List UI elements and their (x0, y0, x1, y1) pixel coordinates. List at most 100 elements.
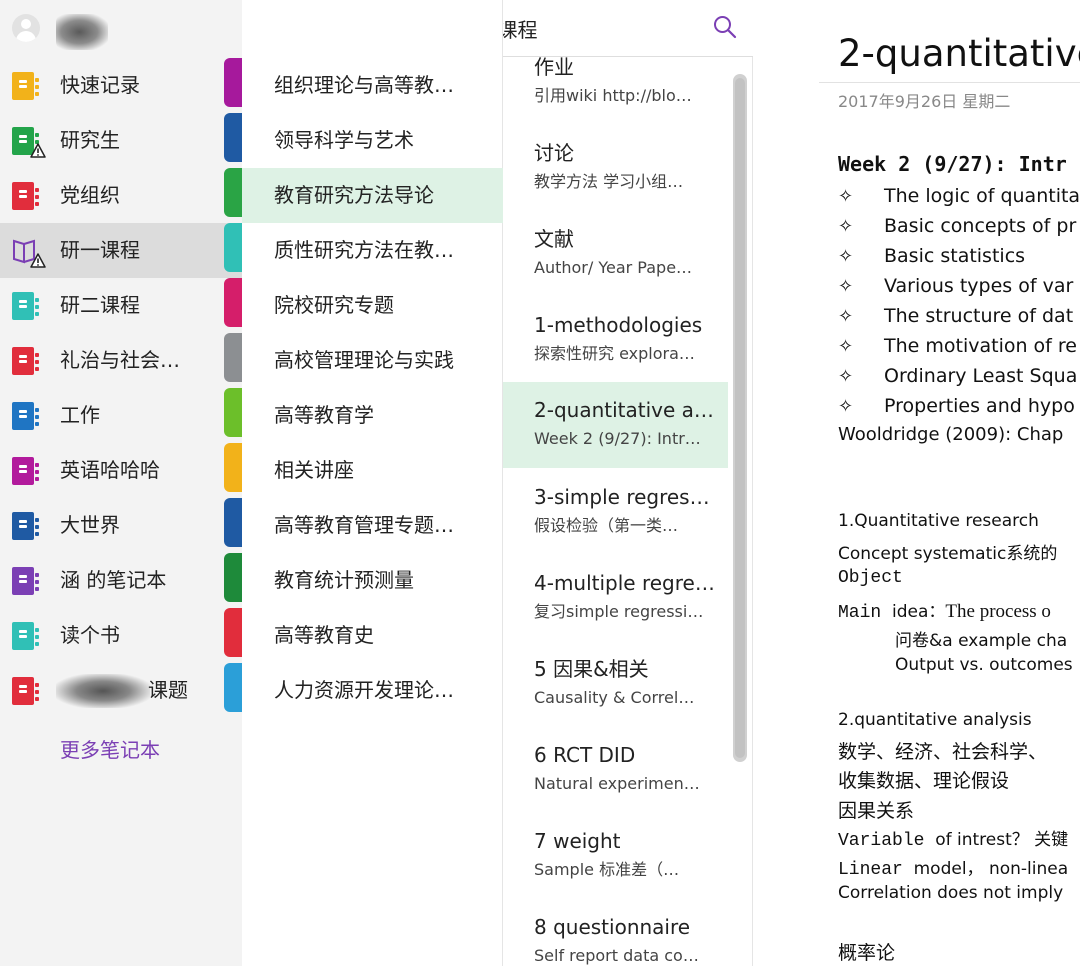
notebook-label: 英语哈哈哈 (60, 458, 160, 482)
page-title: 5 因果&相关 (534, 657, 649, 681)
page-item[interactable]: 6 RCT DID Natural experimen… (503, 743, 728, 813)
avatar[interactable] (12, 14, 40, 42)
linear-text: model， non-linea (913, 859, 1069, 879)
analysis-line-1[interactable]: 数学、经济、社会科学、 (838, 737, 1047, 764)
page-snippet: Self report data co… (534, 946, 699, 965)
section-item[interactable]: 教育研究方法导论 (242, 168, 503, 223)
analysis-line-2[interactable]: 收集数据、理论假设 (838, 766, 1009, 793)
notebook-color-tab (224, 663, 242, 712)
notebook-color-tab (224, 333, 242, 382)
section-item[interactable]: 高等教育史 (242, 608, 503, 663)
bullet-item[interactable]: ✧ The logic of quantita (838, 181, 1080, 212)
star-bullet-icon: ✧ (838, 276, 854, 297)
page-item[interactable]: 讨论 教学方法 学习小组… (503, 141, 728, 211)
notebook-item[interactable]: 大世界 (0, 498, 242, 553)
section-item[interactable]: 相关讲座 (242, 443, 503, 498)
page-item[interactable]: 作业 引用wiki http://blo… (503, 57, 728, 125)
page-item[interactable]: 1-methodologies 探索性研究 explora… (503, 313, 728, 383)
notebook-item[interactable]: 研究生 (0, 113, 242, 168)
notebook-icon (12, 182, 39, 210)
page-snippet: 复习simple regressi… (534, 602, 704, 621)
analysis-line-3[interactable]: 因果关系 (838, 796, 914, 823)
section-item[interactable]: 高等教育学 (242, 388, 503, 443)
notebook-item[interactable]: 涵 的笔记本 (0, 553, 242, 608)
bullet-text: The logic of quantita (884, 185, 1080, 207)
page-snippet: Author/ Year Pape… (534, 258, 693, 277)
section-item[interactable]: 院校研究专题 (242, 278, 503, 333)
note-title[interactable]: 2-quantitative (838, 30, 1080, 78)
page-item[interactable]: 3-simple regres… 假设检验（第一类… (503, 485, 728, 555)
page-item[interactable]: 8 questionnaire Self report data co… (503, 915, 728, 966)
page-title: 1-methodologies (534, 313, 703, 337)
notebook-item[interactable]: 英语哈哈哈 (0, 443, 242, 498)
page-item[interactable]: 5 因果&相关 Causality & Correl… (503, 657, 728, 727)
section-item[interactable]: 教育统计预测量 (242, 553, 503, 608)
page-snippet: Sample 标准差（… (534, 860, 680, 879)
questionnaire-line[interactable]: 问卷&a example cha (895, 626, 1067, 651)
notebook-icon (12, 402, 39, 430)
notebook-item[interactable]: 研一课程 (0, 223, 242, 278)
section-item[interactable]: 高校管理理论与实践 (242, 333, 503, 388)
page-item[interactable]: 文献 Author/ Year Pape… (503, 227, 728, 297)
main-idea-line[interactable]: Main idea：The process o (838, 597, 1051, 623)
output-line[interactable]: Output vs. outcomes (895, 655, 1073, 675)
linear-line[interactable]: Linear model， non-linea (838, 854, 1068, 880)
notebook-color-tab (224, 443, 242, 492)
week-heading[interactable]: Week 2 (9/27): Intr (838, 152, 1067, 176)
notebook-item[interactable]: 课题 (0, 663, 242, 718)
notebook-item[interactable]: 研二课程 (0, 278, 242, 333)
idea-label: idea： (892, 602, 946, 622)
bullet-item[interactable]: ✧ Ordinary Least Squa (838, 361, 1077, 392)
main-idea-text: The process o (945, 601, 1051, 622)
page-title: 6 RCT DID (534, 743, 636, 767)
bullet-item[interactable]: ✧ Various types of var (838, 271, 1073, 302)
star-bullet-icon: ✧ (838, 306, 854, 327)
page-snippet: 探索性研究 explora… (534, 344, 695, 363)
star-bullet-icon: ✧ (838, 216, 854, 237)
section-item[interactable]: 质性研究方法在教… (242, 223, 503, 278)
page-item[interactable]: 4-multiple regre… 复习simple regressi… (503, 571, 728, 641)
notebook-item[interactable]: 礼治与社会… (0, 333, 242, 388)
note-canvas[interactable]: 2-quantitative 2017年9月26日 星期二 Week 2 (9/… (753, 0, 1080, 966)
probability-heading[interactable]: 概率论 (838, 938, 895, 965)
page-item[interactable]: 2-quantitative a… Week 2 (9/27): Intr… (503, 382, 728, 468)
main-label: Main (838, 603, 893, 623)
search-icon[interactable] (712, 14, 738, 40)
warning-icon (30, 143, 46, 158)
page-list-scrollbar[interactable] (733, 74, 747, 762)
notebook-label: 工作 (60, 403, 100, 427)
scrollbar-thumb[interactable] (735, 78, 745, 758)
section-item[interactable]: 组织理论与高等教… (242, 58, 503, 113)
notebook-label: 读个书 (60, 623, 120, 647)
page-item[interactable]: 7 weight Sample 标准差（… (503, 829, 728, 899)
object-line[interactable]: Object (838, 568, 903, 588)
bullet-item[interactable]: ✧ Properties and hypo (838, 391, 1075, 422)
bullet-item[interactable]: ✧ Basic concepts of pr (838, 211, 1076, 242)
section-list: 组织理论与高等教… 领导科学与艺术 教育研究方法导论 质性研究方法在教… 院校研究专题高… (242, 58, 503, 718)
page-snippet: 教学方法 学习小组… (534, 172, 684, 191)
section-item[interactable]: 高等教育管理专题… (242, 498, 503, 553)
notebook-color-tab (224, 553, 242, 602)
section2-heading[interactable]: 2.quantitative analysis (838, 710, 1032, 730)
bullet-text: The structure of dat (884, 305, 1074, 327)
bullet-item[interactable]: ✧ Basic statistics (838, 241, 1025, 272)
notebook-item[interactable]: 快速记录 (0, 58, 242, 113)
notebook-item[interactable]: 工作 (0, 388, 242, 443)
section-item[interactable]: 人力资源开发理论… (242, 663, 503, 718)
notebook-icon (12, 457, 39, 485)
section-item[interactable]: 领导科学与艺术 (242, 113, 503, 168)
notebook-sidebar: 快速记录 研究生 党组织 研一课程 研二课程 礼治与社会… 工作 英语哈哈哈 大… (0, 0, 242, 966)
correlation-line[interactable]: Correlation does not imply (838, 883, 1063, 903)
more-notebooks-link[interactable]: 更多笔记本 (60, 734, 160, 763)
page-snippet: Week 2 (9/27): Intr… (534, 429, 701, 448)
notebook-item[interactable]: 读个书 (0, 608, 242, 663)
variable-line[interactable]: Variable of intrest？ 关键 (838, 825, 1068, 851)
notebook-item[interactable]: 党组织 (0, 168, 242, 223)
notebook-label: 研二课程 (60, 293, 140, 317)
bullet-item[interactable]: ✧ The structure of dat (838, 301, 1073, 332)
notebook-color-tab (224, 608, 242, 657)
bullet-item[interactable]: ✧ The motivation of re (838, 331, 1077, 362)
concept-line[interactable]: Concept systematic系统的 (838, 539, 1057, 564)
reference-line[interactable]: Wooldridge (2009): Chap (838, 424, 1063, 445)
section1-heading[interactable]: 1.Quantitative research (838, 511, 1039, 531)
